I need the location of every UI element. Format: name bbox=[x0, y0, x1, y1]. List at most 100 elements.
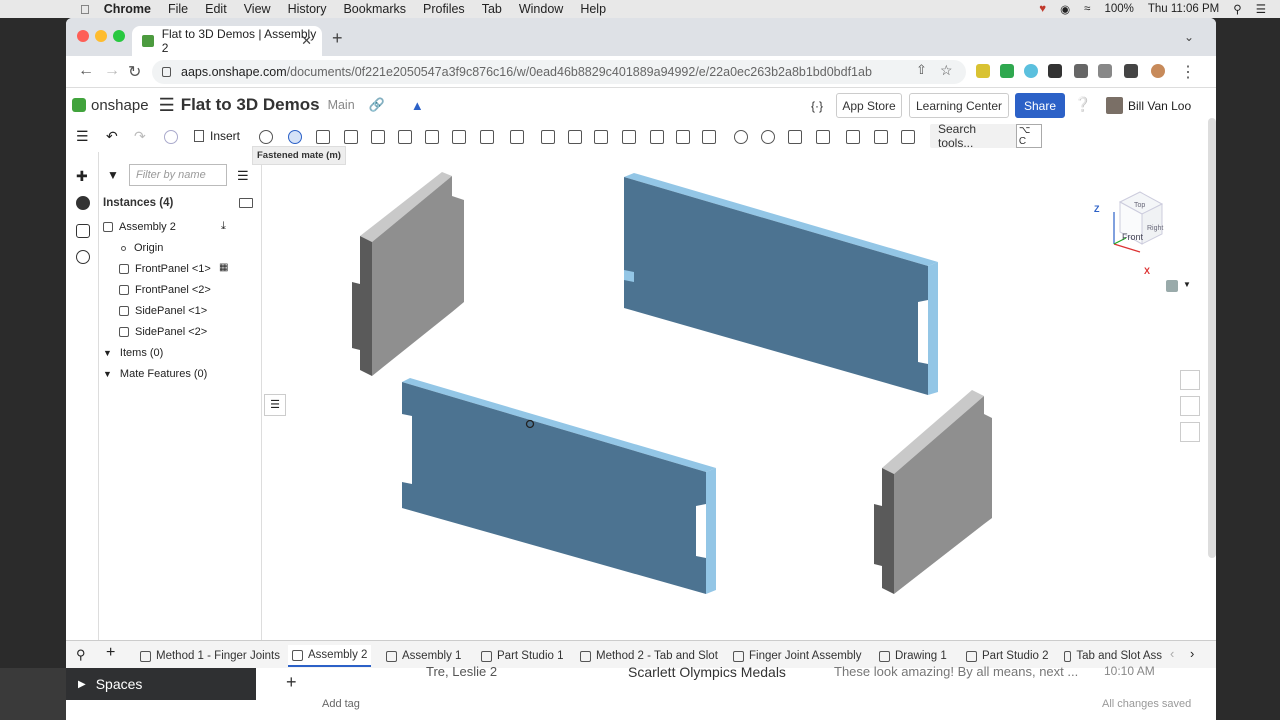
replicate-pattern-icon[interactable] bbox=[702, 130, 716, 144]
help-icon[interactable]: ❔ bbox=[1074, 96, 1091, 113]
tree-item-frontpanel-2[interactable]: FrontPanel <2> bbox=[119, 281, 211, 299]
add-tag-label[interactable]: Add tag bbox=[322, 698, 360, 710]
feature-list-icon[interactable]: ☰ bbox=[76, 128, 90, 144]
view-cube-right-label[interactable]: Right bbox=[1147, 225, 1163, 232]
control-center-icon[interactable]: ☰ bbox=[1256, 2, 1266, 16]
group-icon[interactable] bbox=[568, 130, 582, 144]
user-name[interactable]: Bill Van Loo bbox=[1128, 99, 1191, 113]
battery-label[interactable]: 100% bbox=[1104, 3, 1133, 15]
menu-chrome[interactable]: Chrome bbox=[104, 2, 151, 16]
email-from[interactable]: Tre, Leslie 2 bbox=[426, 664, 497, 679]
planar-mate-icon[interactable] bbox=[371, 130, 385, 144]
right-panel-cube-icon[interactable] bbox=[1180, 396, 1200, 416]
apple-icon[interactable]:  bbox=[80, 2, 90, 17]
chrome-menu-icon[interactable]: ⋮ bbox=[1180, 62, 1196, 82]
slider-mate-icon[interactable] bbox=[344, 130, 358, 144]
fastened-mate-icon[interactable] bbox=[288, 130, 302, 144]
extension-circle-icon[interactable] bbox=[1024, 64, 1038, 78]
learning-center-button[interactable]: Learning Center bbox=[909, 93, 1009, 118]
view-options-icon[interactable] bbox=[1166, 280, 1178, 292]
screw-relation-icon[interactable] bbox=[650, 130, 664, 144]
undo-icon[interactable]: ↶ bbox=[106, 128, 118, 145]
menu-tab[interactable]: Tab bbox=[482, 2, 502, 16]
named-positions-icon[interactable] bbox=[816, 130, 830, 144]
extension-pencil-icon[interactable] bbox=[976, 64, 990, 78]
menu-history[interactable]: History bbox=[288, 2, 327, 16]
ball-mate-icon[interactable] bbox=[452, 130, 466, 144]
tree-item-frontpanel-1[interactable]: FrontPanel <1> bbox=[119, 260, 211, 278]
document-menu-icon[interactable]: ☰ bbox=[159, 95, 175, 116]
menu-profiles[interactable]: Profiles bbox=[423, 2, 465, 16]
right-panel-mate-icon[interactable] bbox=[1180, 422, 1200, 442]
user-avatar[interactable] bbox=[1106, 97, 1123, 114]
custom-features-button[interactable]: {·} bbox=[806, 93, 828, 118]
chevron-down-icon[interactable]: ▼ bbox=[1183, 280, 1191, 289]
bookmark-star-icon[interactable]: ☆ bbox=[940, 62, 953, 79]
list-view-icon[interactable]: ☰ bbox=[237, 168, 249, 184]
onshape-logo-icon[interactable] bbox=[72, 98, 86, 112]
menu-view[interactable]: View bbox=[244, 2, 271, 16]
tab-method-1[interactable]: Method 1 - Finger Joints bbox=[136, 645, 284, 667]
scrollbar[interactable] bbox=[1208, 118, 1216, 558]
filter-icon[interactable]: ▼ bbox=[107, 168, 119, 182]
email-subject[interactable]: Scarlett Olympics Medals bbox=[628, 664, 786, 680]
menu-window[interactable]: Window bbox=[519, 2, 563, 16]
minimize-window-button[interactable] bbox=[95, 30, 107, 42]
insert-button[interactable]: Insert bbox=[194, 129, 240, 143]
share-button[interactable]: Share bbox=[1015, 93, 1065, 118]
comments-icon[interactable] bbox=[76, 196, 90, 210]
graphics-viewport[interactable]: ☰ Top Front Right Z X ▼ bbox=[262, 152, 1206, 656]
wifi-icon[interactable]: ≈ bbox=[1084, 3, 1090, 15]
cylindrical-mate-icon[interactable] bbox=[398, 130, 412, 144]
view-cube-graphic[interactable] bbox=[1100, 182, 1170, 262]
tree-item-origin[interactable]: Origin bbox=[121, 239, 163, 257]
close-window-button[interactable] bbox=[77, 30, 89, 42]
extensions-puzzle-icon[interactable] bbox=[1074, 64, 1088, 78]
menu-help[interactable]: Help bbox=[580, 2, 606, 16]
history-icon[interactable] bbox=[76, 250, 90, 264]
filter-input[interactable]: Filter by name bbox=[129, 164, 227, 186]
sidepanel-1[interactable] bbox=[352, 172, 464, 376]
email-snippet[interactable]: These look amazing! By all means, next .… bbox=[834, 664, 1078, 679]
redo-icon[interactable]: ↷ bbox=[134, 128, 146, 145]
close-tab-icon[interactable]: ✕ bbox=[301, 33, 312, 49]
variables-icon[interactable]: ✚ bbox=[76, 168, 90, 184]
extension-hat-icon[interactable] bbox=[1048, 64, 1062, 78]
tree-item-sidepanel-2[interactable]: SidePanel <2> bbox=[119, 323, 207, 341]
replicate-icon[interactable] bbox=[259, 130, 273, 144]
parallel-mate-icon[interactable] bbox=[480, 130, 494, 144]
profile-avatar[interactable] bbox=[1151, 64, 1165, 78]
heart-icon[interactable]: ♥ bbox=[1039, 3, 1046, 15]
chevron-down-icon[interactable]: ⌄ bbox=[1184, 30, 1194, 44]
parts-icon[interactable] bbox=[76, 224, 90, 238]
gear-relation-icon[interactable] bbox=[594, 130, 608, 144]
items-section[interactable]: ▼ Items (0) bbox=[103, 344, 163, 362]
chevron-right-icon[interactable]: › bbox=[1190, 646, 1194, 661]
menu-file[interactable]: File bbox=[168, 2, 188, 16]
measure-icon[interactable] bbox=[846, 130, 860, 144]
clock[interactable]: Thu 11:06 PM bbox=[1148, 3, 1219, 15]
tab-manager-icon[interactable]: ⚲ bbox=[76, 647, 86, 663]
search-icon[interactable]: ⚲ bbox=[1233, 2, 1241, 16]
add-tab-icon[interactable]: + bbox=[106, 644, 115, 662]
chevron-left-icon[interactable]: ‹ bbox=[1170, 646, 1174, 661]
tab-assembly-2[interactable]: Assembly 2 bbox=[288, 645, 372, 667]
pin-slot-mate-icon[interactable] bbox=[425, 130, 439, 144]
view-cube-top-label[interactable]: Top bbox=[1134, 202, 1145, 209]
forward-icon[interactable]: → bbox=[104, 62, 120, 80]
back-icon[interactable]: ← bbox=[78, 62, 94, 80]
tree-item-sidepanel-1[interactable]: SidePanel <1> bbox=[119, 302, 207, 320]
learning-cap-icon[interactable]: ▲ bbox=[411, 98, 424, 113]
model-canvas[interactable] bbox=[262, 152, 1206, 640]
extension-green-icon[interactable] bbox=[1000, 64, 1014, 78]
mate-features-section[interactable]: ▼ Mate Features (0) bbox=[103, 365, 207, 383]
menu-bookmarks[interactable]: Bookmarks bbox=[343, 2, 406, 16]
reading-list-icon[interactable] bbox=[1098, 64, 1112, 78]
frontpanel-1[interactable] bbox=[402, 378, 716, 594]
new-folder-icon[interactable] bbox=[239, 198, 253, 208]
linear-relation-icon[interactable] bbox=[676, 130, 690, 144]
branch-label[interactable]: Main bbox=[328, 98, 355, 112]
download-icon[interactable]: ⤓ bbox=[221, 220, 226, 233]
new-tab-icon[interactable]: + bbox=[332, 28, 343, 49]
revolute-mate-icon[interactable] bbox=[316, 130, 330, 144]
